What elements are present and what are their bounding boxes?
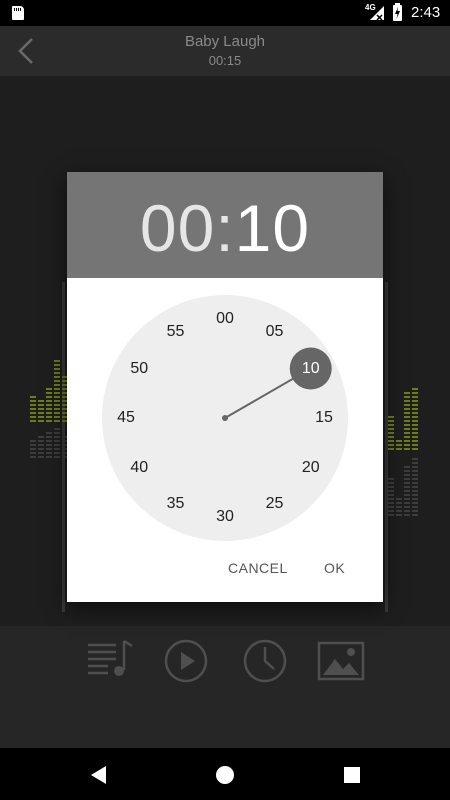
status-bar: 4G 2:43 xyxy=(0,0,450,26)
cancel-button[interactable]: CANCEL xyxy=(228,560,288,576)
nav-back-icon[interactable] xyxy=(88,764,110,786)
minutes-display[interactable]: 10 xyxy=(235,191,310,265)
clock-number-05[interactable]: 05 xyxy=(260,322,290,342)
clock-number-50[interactable]: 50 xyxy=(124,359,154,379)
sd-card-icon xyxy=(12,6,24,20)
hours-display[interactable]: 00 xyxy=(140,191,215,265)
clock-time: 2:43 xyxy=(411,4,441,21)
clock-number-55[interactable]: 55 xyxy=(161,322,191,342)
player-controls xyxy=(0,626,450,748)
clock-number-35[interactable]: 35 xyxy=(161,494,191,514)
equalizer-right-reflection xyxy=(388,458,418,516)
selected-time: 00:10 xyxy=(67,190,383,266)
signal-icon xyxy=(370,6,384,20)
dialog-header: 00:10 xyxy=(67,172,383,278)
equalizer-right xyxy=(388,386,418,450)
nav-home-icon[interactable] xyxy=(214,764,236,786)
clock-number-15[interactable]: 15 xyxy=(309,408,339,428)
track-title: Baby Laugh xyxy=(184,33,266,50)
clock-number-00[interactable]: 00 xyxy=(210,309,240,329)
track-duration: 00:15 xyxy=(208,53,242,68)
clock-number-10[interactable]: 10 xyxy=(296,359,326,379)
navigation-bar xyxy=(0,748,450,800)
clock-number-40[interactable]: 40 xyxy=(124,458,154,478)
app-bar: Baby Laugh 00:15 xyxy=(0,26,450,76)
image-icon[interactable] xyxy=(317,637,365,685)
clock-number-25[interactable]: 25 xyxy=(260,494,290,514)
clock-center-dot xyxy=(222,415,228,421)
play-icon[interactable] xyxy=(162,637,210,685)
time-separator: : xyxy=(215,191,235,265)
time-picker-dialog: 00:10 00 05 10 15 20 25 30 35 40 45 50 55 CANCEL OK xyxy=(67,172,383,602)
clock-number-20[interactable]: 20 xyxy=(296,458,326,478)
battery-icon xyxy=(393,3,402,21)
clock-number-45[interactable]: 45 xyxy=(111,408,141,428)
clock-face[interactable]: 00 05 10 15 20 25 30 35 40 45 50 55 xyxy=(102,295,348,541)
screen: 4G 2:43 Baby Laugh 00:15 00:10 00 05 10 … xyxy=(0,0,450,800)
ok-button[interactable]: OK xyxy=(324,560,345,576)
clock-number-30[interactable]: 30 xyxy=(210,507,240,527)
nav-recents-icon[interactable] xyxy=(341,764,363,786)
clock-icon[interactable] xyxy=(241,637,289,685)
playlist-icon[interactable] xyxy=(86,637,134,685)
dialog-actions: CANCEL OK xyxy=(67,552,383,592)
